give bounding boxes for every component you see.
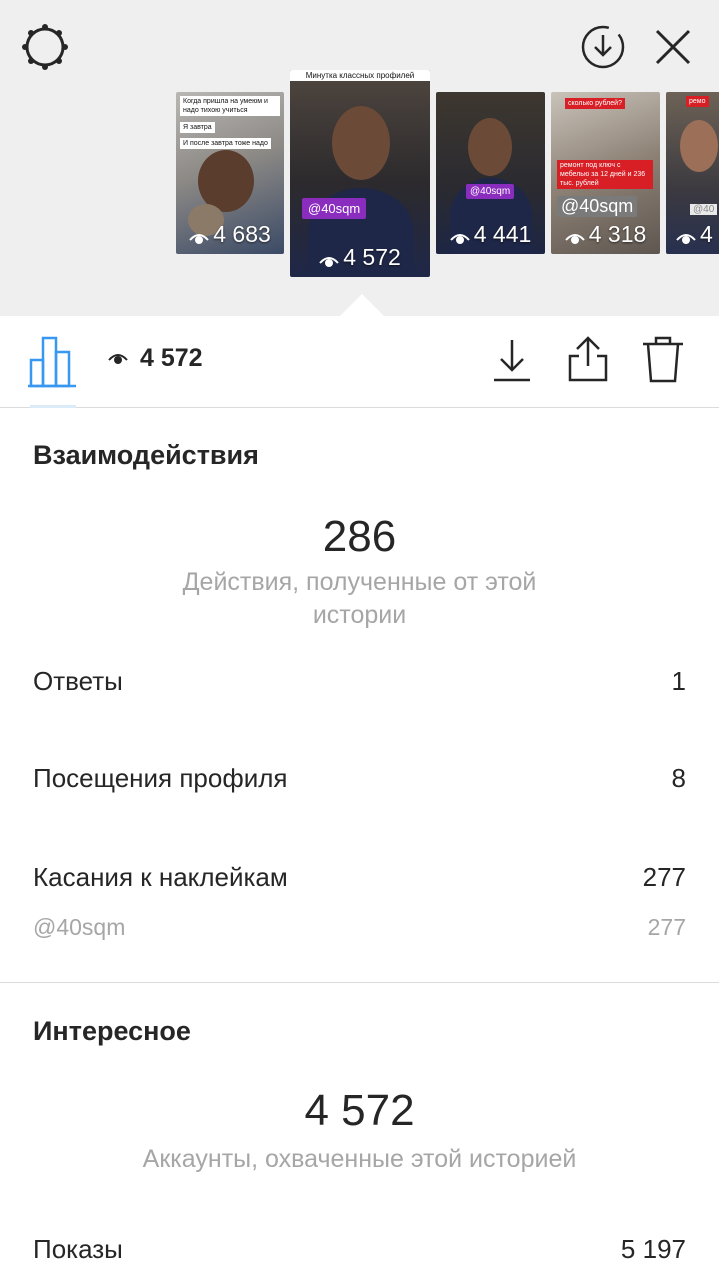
- story-thumbnail[interactable]: сколько рублей? ремонт под ключ с мебель…: [551, 92, 660, 254]
- story-thumbnail[interactable]: ремо @40 4: [666, 92, 719, 254]
- replies-value: 1: [671, 666, 686, 696]
- story-view-count-value: 4 441: [473, 221, 532, 247]
- sticker-mention-label: @40sqm: [33, 914, 126, 940]
- mention-sticker: @40sqm: [466, 184, 515, 199]
- section-divider: [0, 982, 719, 983]
- discovery-section-title: Интересное: [33, 1016, 191, 1046]
- story-caption: ремо: [686, 96, 709, 107]
- mention-sticker: @40sqm: [302, 198, 367, 219]
- eye-icon: [564, 234, 585, 244]
- story-carousel: Когда пришла на умеюм и надо тихою учить…: [0, 0, 719, 316]
- replies-label: Ответы: [33, 666, 123, 696]
- story-view-count: 4: [666, 221, 719, 248]
- sticker-mention-value: 277: [647, 914, 686, 940]
- view-count-value: 4 572: [140, 344, 203, 372]
- interactions-total: 286: [322, 512, 397, 561]
- story-view-count-value: 4 572: [343, 244, 401, 270]
- reach-total-description: Аккаунты, охваченные этой историей: [142, 1145, 577, 1173]
- profile-visits-label: Посещения профиля: [33, 763, 288, 793]
- mention-sticker: @40sqm: [557, 196, 638, 217]
- story-view-count: 4 572: [290, 244, 430, 271]
- story-caption: Минутка классных профилей: [290, 70, 430, 81]
- download-icon[interactable]: [490, 336, 534, 384]
- story-thumbnail[interactable]: Когда пришла на умеюм и надо тихою учить…: [176, 92, 284, 254]
- profile-visits-value: 8: [671, 763, 686, 793]
- story-caption: @40: [690, 204, 718, 215]
- story-caption: сколько рублей?: [565, 98, 625, 109]
- insights-toolbar: 4 572: [0, 316, 719, 408]
- interactions-total-description: Действия, полученные от этой истории: [182, 568, 537, 629]
- eye-icon: [449, 234, 470, 244]
- story-thumbnail-selected[interactable]: Минутка классных профилей @40sqm 4 572: [290, 70, 430, 277]
- interactions-section-title: Взаимодействия: [33, 440, 259, 470]
- eye-icon: [319, 257, 339, 267]
- sticker-taps-label: Касания к наклейкам: [33, 862, 288, 892]
- reach-total: 4 572: [304, 1086, 415, 1135]
- story-view-count-value: 4: [700, 221, 713, 247]
- story-view-count: 4 683: [176, 221, 284, 248]
- eye-icon: [189, 234, 209, 244]
- close-icon[interactable]: [650, 22, 696, 72]
- eye-icon: [676, 234, 696, 244]
- view-count: 4 572: [108, 344, 203, 373]
- story-caption: И после завтра тоже надо: [180, 138, 271, 149]
- sticker-taps-value: 277: [642, 862, 686, 892]
- story-thumbnail[interactable]: @40sqm 4 441: [436, 92, 545, 254]
- story-view-count: 4 318: [551, 221, 660, 248]
- save-story-icon[interactable]: [578, 22, 628, 72]
- settings-gear-icon[interactable]: [20, 22, 70, 72]
- active-tab-indicator: [30, 405, 76, 408]
- story-view-count-value: 4 318: [588, 221, 647, 247]
- impressions-value: 5 197: [620, 1234, 686, 1264]
- share-icon[interactable]: [565, 334, 611, 384]
- delete-icon[interactable]: [640, 334, 686, 384]
- impressions-label: Показы: [33, 1234, 123, 1264]
- story-caption: Когда пришла на умеюм и надо тихою учить…: [180, 96, 280, 116]
- story-view-count-value: 4 683: [213, 221, 271, 247]
- eye-icon: [108, 354, 128, 364]
- story-caption: ремонт под ключ с мебелью за 12 дней и 2…: [557, 160, 653, 189]
- story-view-count: 4 441: [436, 221, 545, 248]
- insights-chart-icon[interactable]: [28, 334, 78, 388]
- story-caption: Я завтра: [180, 122, 215, 133]
- selected-pointer: [338, 294, 386, 318]
